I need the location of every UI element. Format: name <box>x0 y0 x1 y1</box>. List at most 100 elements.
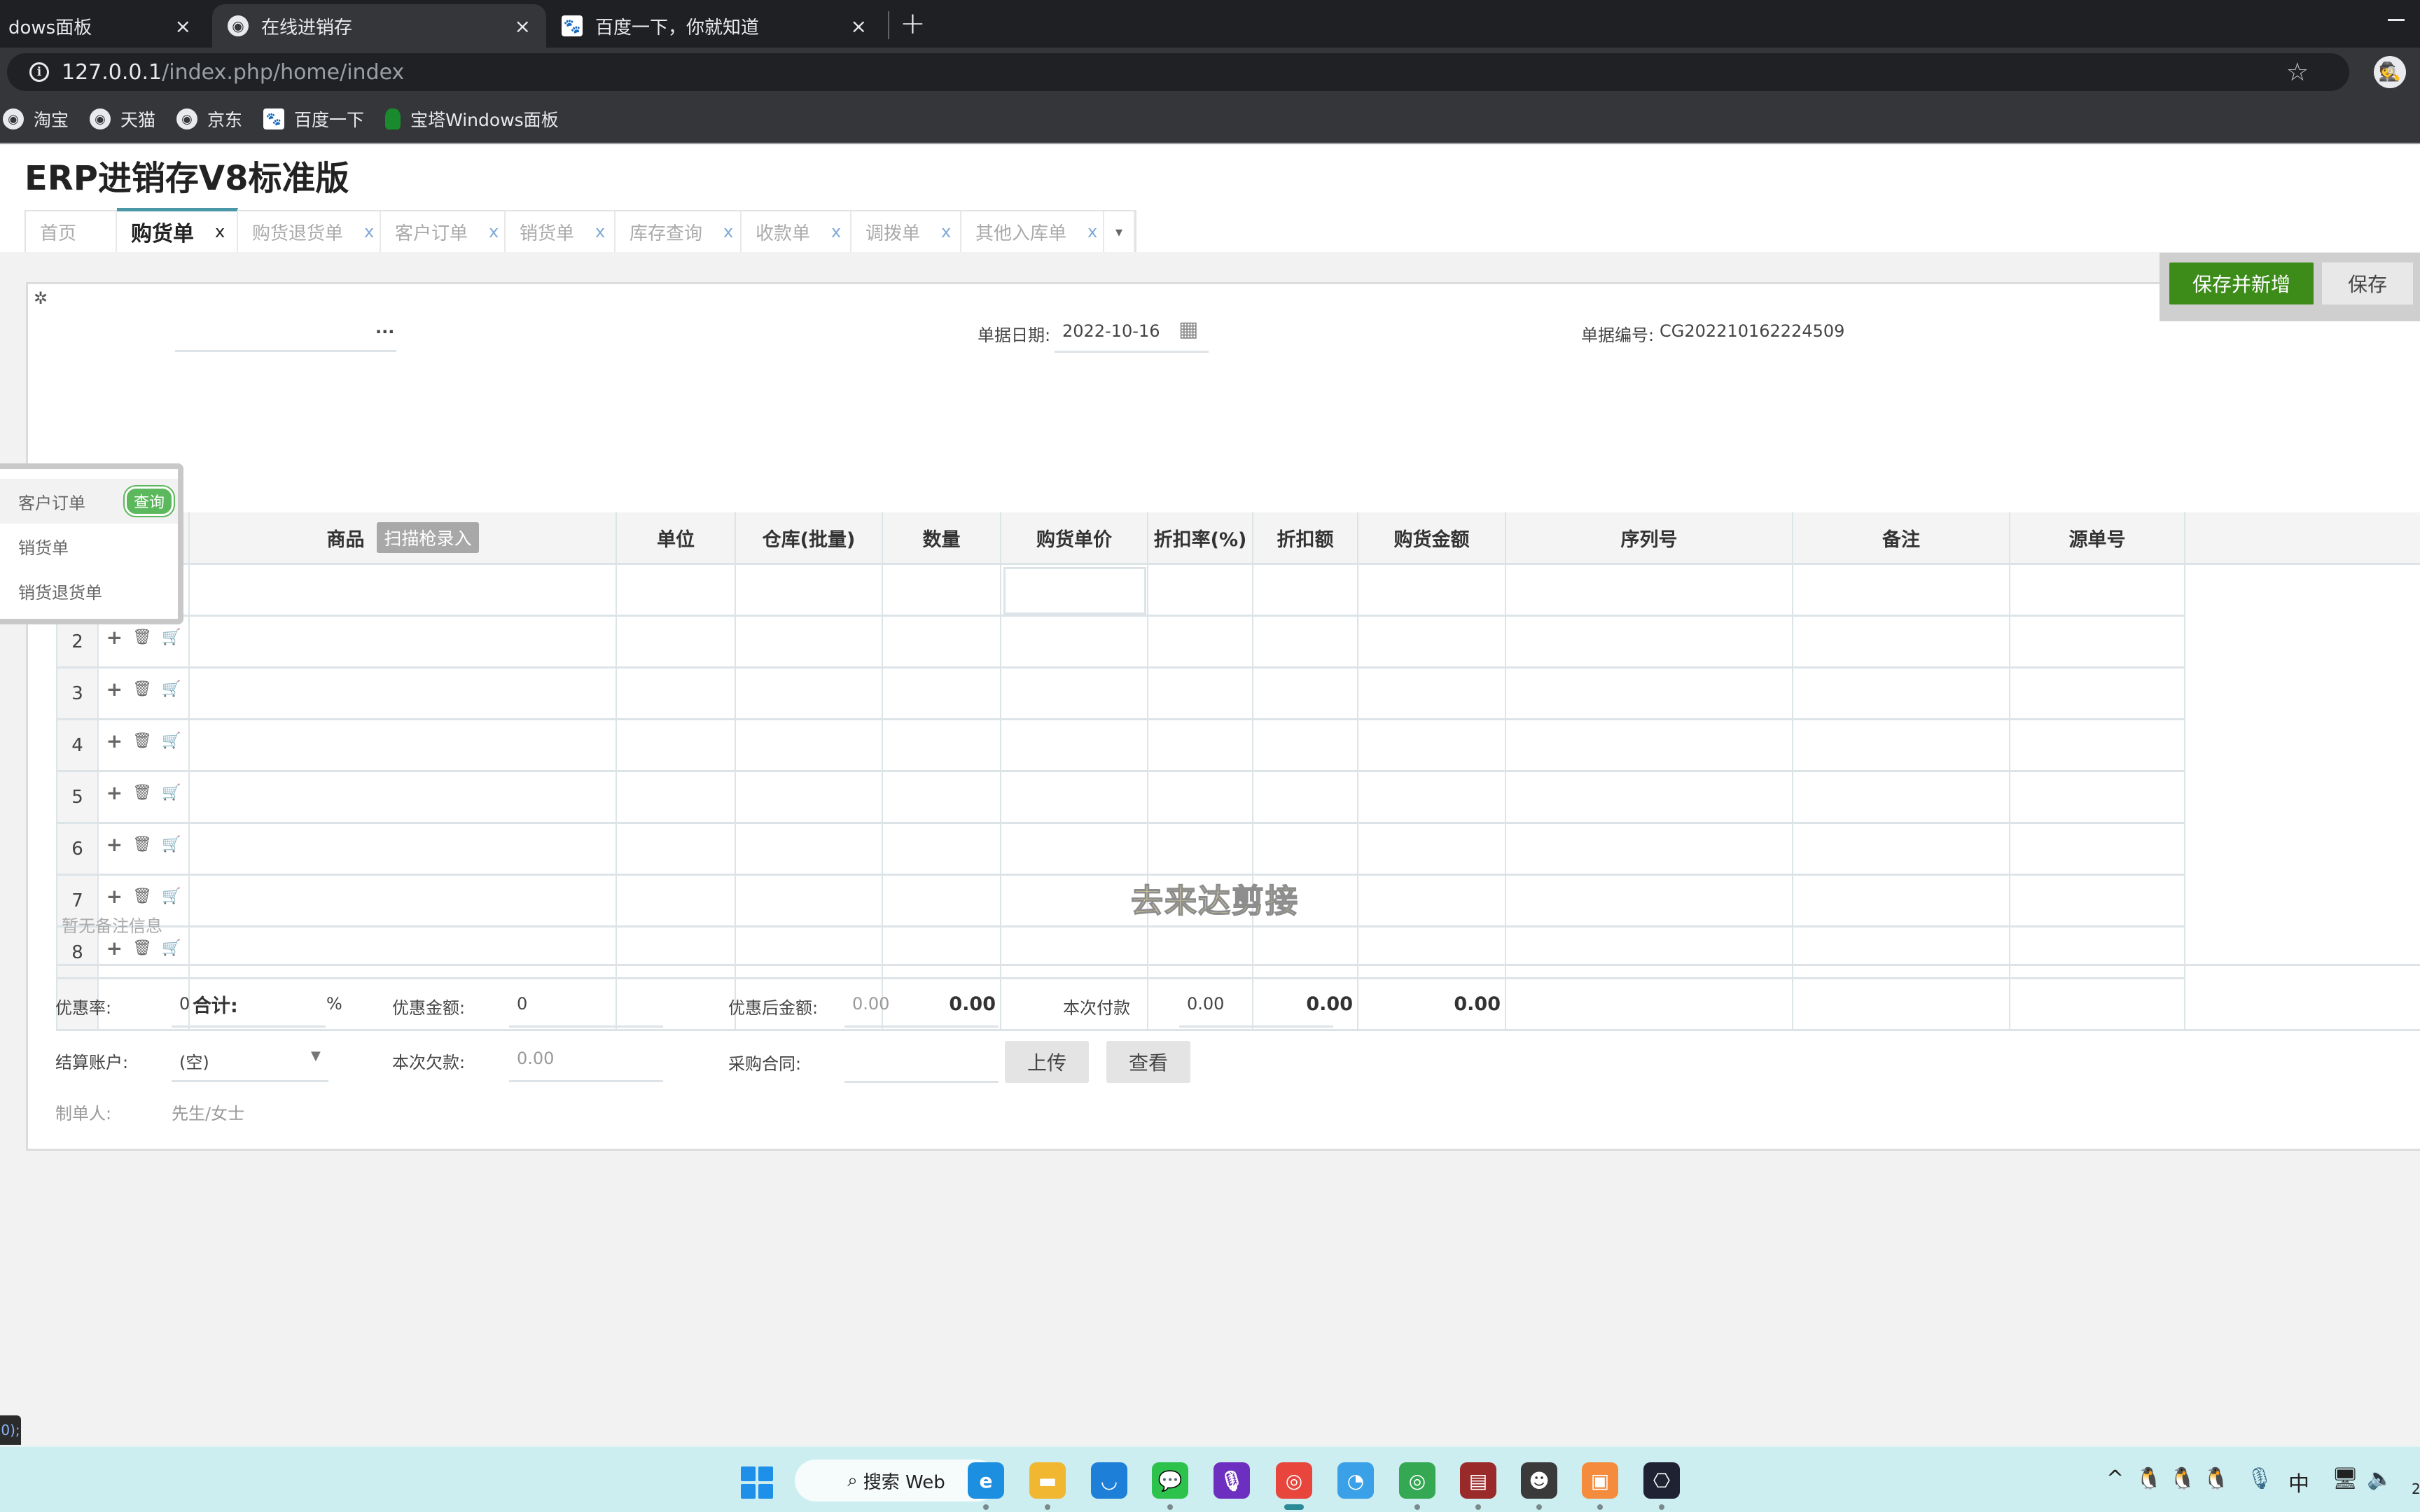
bookmark-tmall[interactable]: ◉ 天猫 <box>90 106 155 132</box>
tray-overflow-icon[interactable]: ^ <box>2106 1466 2124 1491</box>
microphone-icon[interactable]: 🎙 <box>2246 1466 2273 1491</box>
grid-cell-discount-amount[interactable] <box>1253 720 1358 772</box>
grid-cell-unit-price[interactable] <box>1001 668 1148 720</box>
office-app-icon[interactable]: ▣ <box>1582 1462 1618 1499</box>
grid-cell-unit[interactable] <box>617 565 736 617</box>
save-and-new-button[interactable]: 保存并新增 <box>2169 262 2314 304</box>
module-tab-purchase[interactable]: 购货单 x <box>117 208 238 252</box>
grid-cell-discount-rate[interactable] <box>1148 668 1253 720</box>
cart-icon[interactable]: 🛒 <box>162 784 181 802</box>
grid-cell-source-bill[interactable] <box>2010 824 2185 876</box>
module-tab-customer-order[interactable]: 客户订单 x <box>381 211 506 252</box>
grid-cell-product[interactable] <box>190 565 617 617</box>
chevron-down-icon[interactable]: ▼ <box>311 1049 321 1063</box>
grid-cell-discount-rate[interactable] <box>1148 824 1253 876</box>
module-tab-purchase-return[interactable]: 购货退货单 x <box>238 211 381 252</box>
grid-cell-quantity[interactable] <box>883 565 1001 617</box>
qq-icon[interactable]: 🐧 <box>2136 1466 2162 1491</box>
grid-cell-discount-amount[interactable] <box>1253 824 1358 876</box>
file-explorer-icon[interactable]: ▬ <box>1029 1462 1066 1499</box>
grid-cell-purchase-amount[interactable] <box>1358 668 1506 720</box>
grid-cell-product[interactable] <box>190 824 617 876</box>
grid-cell-purchase-amount[interactable] <box>1358 772 1506 824</box>
grid-cell-purchase-amount[interactable] <box>1358 824 1506 876</box>
delete-row-icon[interactable]: 🗑 <box>132 939 152 957</box>
start-button[interactable] <box>741 1466 773 1499</box>
grid-cell-unit-price[interactable] <box>1001 565 1148 617</box>
grid-cell-unit-price[interactable] <box>1001 876 1148 927</box>
grid-cell-product[interactable] <box>190 927 617 979</box>
close-tab-icon[interactable]: x <box>215 222 225 241</box>
grid-cell-discount-amount[interactable] <box>1253 617 1358 668</box>
chrome-profile-icon[interactable]: ◎ <box>1399 1462 1435 1499</box>
browser-tab-baota[interactable]: dows面板 × <box>0 4 207 48</box>
discount-amount-input[interactable]: 0 <box>517 994 527 1014</box>
account-select[interactable]: (空) <box>179 1049 209 1073</box>
grid-cell-remark[interactable] <box>1793 617 2010 668</box>
delete-row-icon[interactable]: 🗑 <box>132 732 152 750</box>
cart-icon[interactable]: 🛒 <box>162 680 181 698</box>
view-button[interactable]: 查看 <box>1106 1041 1190 1083</box>
add-row-icon[interactable]: + <box>106 678 123 701</box>
network-icon[interactable]: 🖥 <box>2332 1466 2358 1491</box>
grid-cell-warehouse[interactable] <box>736 927 883 979</box>
grid-cell-discount-amount[interactable] <box>1253 927 1358 979</box>
close-tab-icon[interactable]: x <box>1087 222 1097 241</box>
url-input[interactable]: i 127.0.0.1 /index.php/home/index ☆ <box>7 53 2349 91</box>
add-row-icon[interactable]: + <box>106 781 123 804</box>
upload-button[interactable]: 上传 <box>1005 1041 1089 1083</box>
module-tab-receipt[interactable]: 收款单 x <box>742 211 851 252</box>
save-button[interactable]: 保存 <box>2322 262 2413 304</box>
add-row-icon[interactable]: + <box>106 885 123 908</box>
grid-cell-remark[interactable] <box>1793 668 2010 720</box>
grid-cell-quantity[interactable] <box>883 668 1001 720</box>
grid-cell-discount-amount[interactable] <box>1253 668 1358 720</box>
grid-cell-discount-amount[interactable] <box>1253 772 1358 824</box>
chrome-icon[interactable]: ◎ <box>1276 1462 1312 1499</box>
grid-cell-unit-price[interactable] <box>1001 720 1148 772</box>
close-tab-icon[interactable]: x <box>723 222 733 241</box>
minimize-window-button[interactable] <box>2388 19 2405 21</box>
module-tab-inventory[interactable]: 库存查询 x <box>616 211 742 252</box>
grid-cell-quantity[interactable] <box>883 720 1001 772</box>
grid-cell-remark[interactable] <box>1793 772 2010 824</box>
grid-cell-unit[interactable] <box>617 876 736 927</box>
supplier-more-button[interactable]: ... <box>375 318 394 337</box>
grid-cell-source-bill[interactable] <box>2010 772 2185 824</box>
grid-cell-source-bill[interactable] <box>2010 876 2185 927</box>
grid-cell-serial-number[interactable] <box>1506 772 1793 824</box>
delete-row-icon[interactable]: 🗑 <box>132 836 152 853</box>
winrar-icon[interactable]: ▤ <box>1460 1462 1496 1499</box>
grid-cell-purchase-amount[interactable] <box>1358 927 1506 979</box>
avatar-app-icon[interactable]: ☻ <box>1521 1462 1557 1499</box>
grid-cell-quantity[interactable] <box>883 824 1001 876</box>
bookmark-taobao[interactable]: ◉ 淘宝 <box>3 106 69 132</box>
grid-cell-serial-number[interactable] <box>1506 668 1793 720</box>
grid-cell-quantity[interactable] <box>883 927 1001 979</box>
delete-row-icon[interactable]: 🗑 <box>132 680 152 698</box>
qq-icon[interactable]: 🐧 <box>2169 1466 2195 1491</box>
grid-cell-discount-rate[interactable] <box>1148 617 1253 668</box>
module-tab-other-inbound[interactable]: 其他入库单 x <box>961 211 1104 252</box>
grid-cell-purchase-amount[interactable] <box>1358 876 1506 927</box>
remark-input[interactable]: 暂无备注信息 <box>62 912 162 937</box>
grid-cell-source-bill[interactable] <box>2010 720 2185 772</box>
query-badge[interactable]: 查询 <box>123 485 176 517</box>
new-tab-button[interactable]: + <box>900 6 926 41</box>
grid-cell-product[interactable] <box>190 772 617 824</box>
grid-cell-warehouse[interactable] <box>736 824 883 876</box>
delete-row-icon[interactable]: 🗑 <box>132 888 152 905</box>
close-tab-icon[interactable]: x <box>489 222 499 241</box>
grid-cell-serial-number[interactable] <box>1506 876 1793 927</box>
grid-cell-serial-number[interactable] <box>1506 927 1793 979</box>
grid-cell-discount-rate[interactable] <box>1148 565 1253 617</box>
more-tabs-dropdown[interactable]: ▾ <box>1104 211 1136 252</box>
browser-tab-erp[interactable]: ◉ 在线进销存 × <box>212 4 546 48</box>
grid-cell-discount-rate[interactable] <box>1148 720 1253 772</box>
scan-gun-entry-button[interactable]: 扫描枪录入 <box>377 522 479 553</box>
grid-cell-quantity[interactable] <box>883 876 1001 927</box>
cart-icon[interactable]: 🛒 <box>162 629 181 646</box>
module-tab-sales[interactable]: 销货单 x <box>506 211 616 252</box>
grid-cell-warehouse[interactable] <box>736 876 883 927</box>
popup-item-sales-return[interactable]: 销货退货单 <box>0 568 178 613</box>
